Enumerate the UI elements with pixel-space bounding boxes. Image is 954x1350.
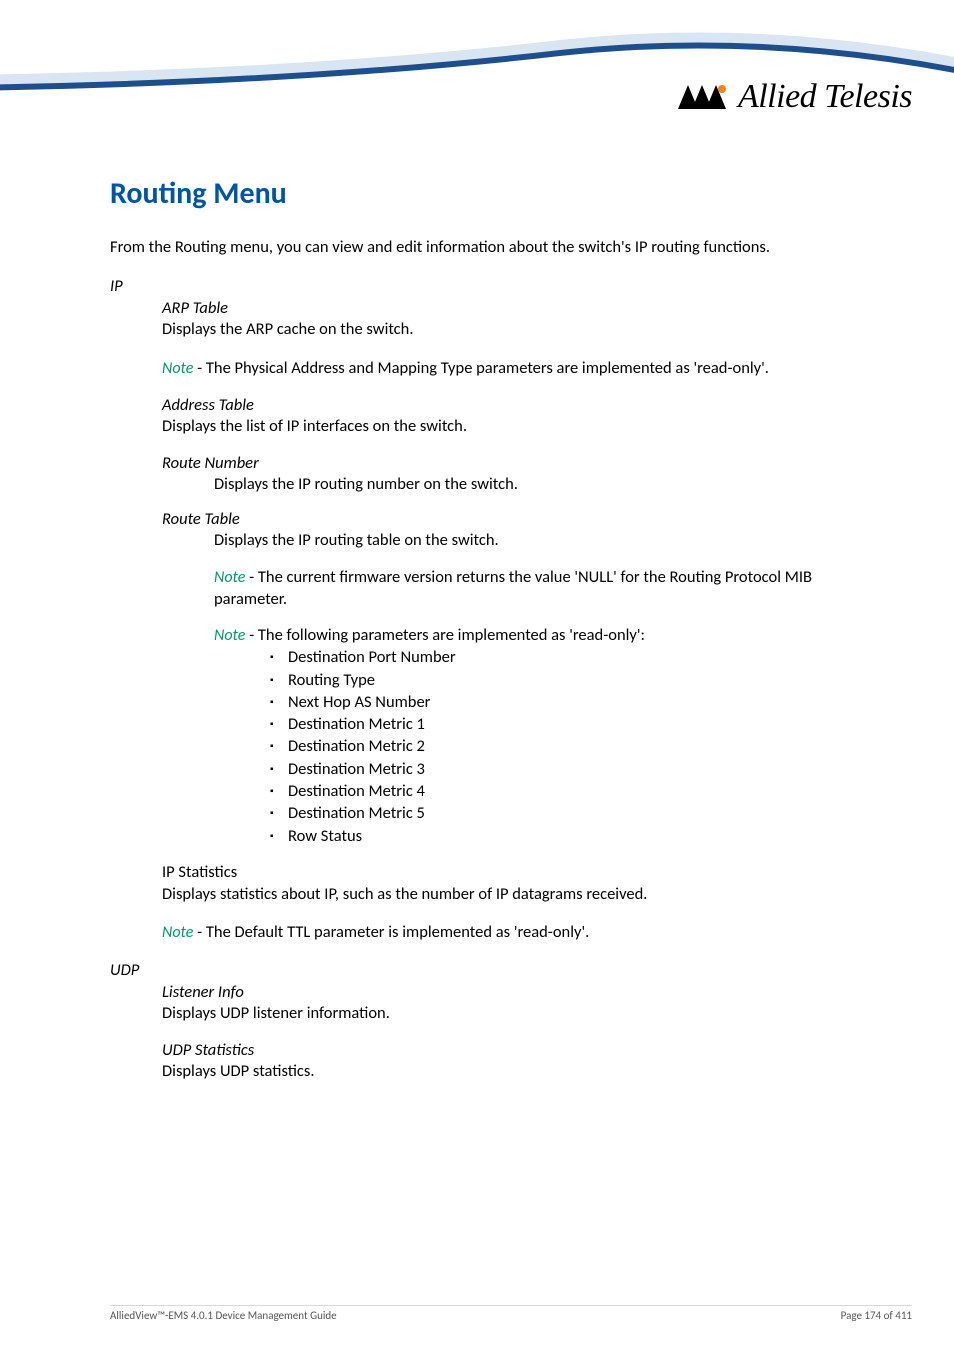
arp-table-title: ARP Table [162, 298, 844, 318]
page-content: Routing Menu From the Routing menu, you … [0, 175, 954, 1098]
ip-stats-block: IP Statistics Displays statistics about … [162, 861, 844, 906]
udp-stats-body: Displays UDP statistics. [162, 1060, 844, 1082]
udp-listener-body: Displays UDP listener information. [162, 1002, 844, 1024]
ip-stats-note-text: - The Default TTL parameter is implement… [193, 922, 589, 942]
route-table-title: Route Table [162, 509, 844, 529]
ip-stats-note: Note - The Default TTL parameter is impl… [162, 921, 844, 943]
address-table-title: Address Table [162, 395, 844, 415]
note-label: Note [214, 626, 245, 645]
footer-page-number: Page 174 of 411 [841, 1309, 912, 1322]
route-number-body: Displays the IP routing number on the sw… [214, 473, 844, 495]
arp-table-block: ARP Table Displays the ARP cache on the … [162, 298, 844, 340]
udp-stats-block: UDP Statistics Displays UDP statistics. [162, 1040, 844, 1082]
brand-mark-icon [678, 81, 730, 113]
arp-note-text: - The Physical Address and Mapping Type … [193, 358, 769, 378]
page-title: Routing Menu [110, 175, 844, 212]
ip-stats-body: Displays statistics about IP, such as th… [162, 883, 844, 905]
list-item: Destination Port Number [266, 646, 844, 668]
list-item: Routing Type [266, 669, 844, 691]
route-table-body: Displays the IP routing table on the swi… [214, 529, 844, 551]
list-item: Destination Metric 4 [266, 780, 844, 802]
note-label: Note [162, 923, 193, 942]
address-table-body: Displays the list of IP interfaces on th… [162, 415, 844, 437]
arp-table-body: Displays the ARP cache on the switch. [162, 318, 844, 340]
route-table-note1: Note - The current firmware version retu… [214, 566, 844, 611]
section-ip-label: IP [110, 276, 844, 296]
page-footer: AlliedView™-EMS 4.0.1 Device Management … [110, 1305, 912, 1322]
udp-stats-title: UDP Statistics [162, 1040, 844, 1060]
section-udp-label: UDP [110, 960, 844, 980]
list-item: Destination Metric 5 [266, 802, 844, 824]
page-header: Allied Telesis [0, 0, 954, 160]
route-table-note2: Note - The following parameters are impl… [214, 624, 844, 646]
list-item: Next Hop AS Number [266, 691, 844, 713]
brand-name: Allied Telesis [738, 78, 912, 116]
readonly-params-list: Destination Port Number Routing Type Nex… [266, 646, 844, 846]
route-table-note2-text: - The following parameters are implement… [245, 625, 645, 645]
brand-logo: Allied Telesis [678, 78, 912, 116]
ip-stats-title: IP Statistics [162, 861, 844, 883]
address-table-block: Address Table Displays the list of IP in… [162, 395, 844, 437]
route-table-block: Route Table Displays the IP routing tabl… [162, 509, 844, 846]
list-item: Destination Metric 3 [266, 758, 844, 780]
note-label: Note [214, 568, 245, 587]
footer-doc-title: AlliedView™-EMS 4.0.1 Device Management … [110, 1309, 337, 1322]
arp-note: Note - The Physical Address and Mapping … [162, 357, 844, 379]
route-number-block: Route Number Displays the IP routing num… [162, 453, 844, 495]
route-table-note1-text: - The current firmware version returns t… [214, 567, 812, 609]
note-label: Note [162, 359, 193, 378]
udp-listener-title: Listener Info [162, 982, 844, 1002]
list-item: Destination Metric 2 [266, 735, 844, 757]
udp-listener-block: Listener Info Displays UDP listener info… [162, 982, 844, 1024]
list-item: Destination Metric 1 [266, 713, 844, 735]
list-item: Row Status [266, 825, 844, 847]
route-number-title: Route Number [162, 453, 844, 473]
intro-paragraph: From the Routing menu, you can view and … [110, 236, 844, 258]
